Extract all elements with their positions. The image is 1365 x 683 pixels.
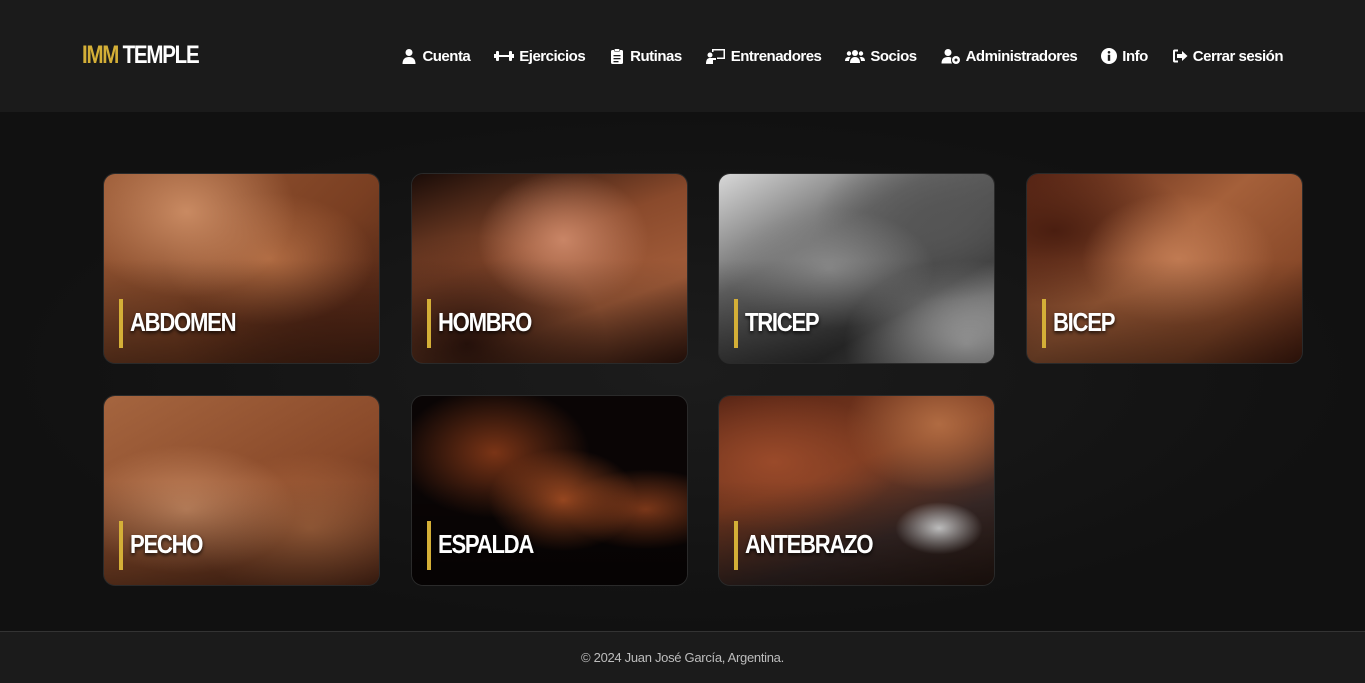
muscle-card-abdomen[interactable]: ABDOMEN (103, 173, 380, 364)
nav-item-cuenta[interactable]: Cuenta (401, 44, 471, 68)
info-circle-icon (1101, 48, 1118, 64)
nav-label-socios: Socios (870, 47, 917, 65)
card-label: ABDOMEN (130, 307, 237, 337)
nav-item-socios[interactable]: Socios (845, 44, 917, 68)
nav-item-ejercicios[interactable]: Ejercicios (494, 44, 586, 68)
accent-bar (119, 299, 123, 348)
card-label: ESPALDA (438, 529, 534, 559)
user-gear-icon (941, 49, 960, 64)
nav-item-entrenadores[interactable]: Entrenadores (705, 44, 822, 68)
page-footer: © 2024 Juan José García, Argentina. (0, 631, 1365, 683)
main-nav: Cuenta Ejercicios Rutinas Entrenadores S… (401, 44, 1284, 68)
muscle-card-pecho[interactable]: PECHO (103, 395, 380, 586)
nav-label-administradores: Administradores (965, 47, 1078, 65)
users-icon (845, 50, 866, 63)
brand-part1: IMM (82, 41, 119, 69)
muscle-group-grid: ABDOMEN HOMBRO TRICEP BICEP PECHO ESPALD… (0, 112, 1365, 631)
accent-bar (734, 521, 738, 570)
accent-bar (1042, 299, 1046, 348)
dumbbell-icon (494, 51, 515, 61)
nav-item-cerrar-sesion[interactable]: Cerrar sesión (1172, 44, 1284, 68)
nav-item-rutinas[interactable]: Rutinas (609, 44, 682, 68)
muscle-card-antebrazo[interactable]: ANTEBRAZO (718, 395, 995, 586)
nav-label-info: Info (1122, 47, 1148, 65)
nav-label-cuenta: Cuenta (422, 47, 471, 65)
muscle-card-tricep[interactable]: TRICEP (718, 173, 995, 364)
clipboard-icon (611, 48, 624, 64)
nav-item-info[interactable]: Info (1101, 44, 1148, 68)
muscle-card-hombro[interactable]: HOMBRO (411, 173, 688, 364)
card-label: BICEP (1053, 307, 1115, 337)
chalkboard-teacher-icon (705, 49, 725, 64)
brand-logo[interactable]: IMM TEMPLE (82, 40, 200, 70)
muscle-card-bicep[interactable]: BICEP (1026, 173, 1303, 364)
sign-out-icon (1172, 49, 1188, 63)
card-label: HOMBRO (438, 307, 532, 337)
nav-label-ejercicios: Ejercicios (519, 47, 586, 65)
accent-bar (734, 299, 738, 348)
nav-item-administradores[interactable]: Administradores (941, 44, 1078, 68)
nav-label-rutinas: Rutinas (630, 47, 682, 65)
footer-copyright: © 2024 Juan José García, Argentina. (581, 650, 784, 665)
card-label: PECHO (130, 529, 203, 559)
top-navbar: IMM TEMPLE Cuenta Ejercicios Rutinas Ent… (0, 0, 1365, 112)
accent-bar (427, 299, 431, 348)
brand-part2: TEMPLE (122, 41, 200, 69)
muscle-card-espalda[interactable]: ESPALDA (411, 395, 688, 586)
nav-label-entrenadores: Entrenadores (730, 47, 822, 65)
accent-bar (119, 521, 123, 570)
card-label: ANTEBRAZO (745, 529, 874, 559)
accent-bar (427, 521, 431, 570)
nav-label-cerrar-sesion: Cerrar sesión (1192, 47, 1284, 65)
user-icon (402, 49, 416, 64)
card-label: TRICEP (745, 307, 820, 337)
